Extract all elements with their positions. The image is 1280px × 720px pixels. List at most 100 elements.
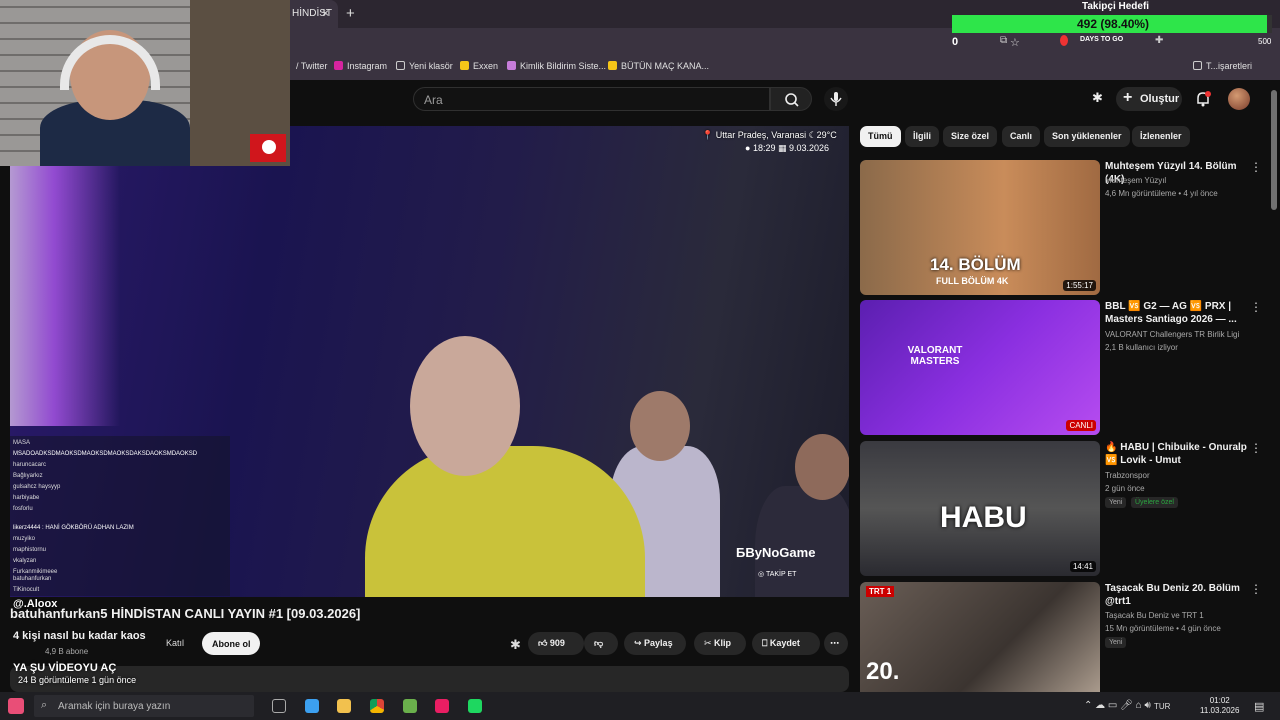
follower-goal-max: 500 bbox=[1258, 37, 1272, 46]
share-button[interactable]: ↪ Paylaş bbox=[624, 632, 686, 655]
bookmark-exxen[interactable]: Exxen bbox=[460, 61, 498, 71]
app-icon[interactable] bbox=[468, 699, 482, 713]
chat-line: harbiyabe bbox=[13, 495, 40, 501]
chip-for-you[interactable]: Size özel bbox=[943, 126, 998, 147]
recommendation-meta: 4,6 Mn görüntüleme • 4 yıl önce bbox=[1105, 189, 1218, 198]
instagram-icon bbox=[334, 61, 343, 70]
more-actions-button[interactable]: ⋯ bbox=[824, 632, 848, 655]
search-button[interactable] bbox=[770, 87, 812, 111]
bookmark-all[interactable]: T...işaretleri bbox=[1193, 61, 1252, 71]
alert-message: YA ŞU VİDEOYU AÇ bbox=[13, 662, 117, 674]
notification-center-icon[interactable]: ▤ bbox=[1254, 700, 1264, 713]
more-options-icon[interactable]: ⋮ bbox=[1250, 441, 1262, 455]
search-icon bbox=[785, 93, 799, 107]
recommendation-title[interactable]: Taşacak Bu Deniz 20. Bölüm @trt1 bbox=[1105, 582, 1250, 608]
extension-icon[interactable] bbox=[1060, 35, 1068, 46]
new-tab-button[interactable]: + bbox=[346, 5, 355, 22]
recommendation-channel[interactable]: Muhteşem Yüzyıl bbox=[1105, 176, 1166, 185]
chat-line: haruncacarc bbox=[13, 462, 47, 468]
language-indicator[interactable]: TUR bbox=[1154, 702, 1170, 711]
bookmark-mac[interactable]: BÜTÜN MAÇ KANA... bbox=[608, 61, 709, 71]
exxen-icon bbox=[460, 61, 469, 70]
obs-icon[interactable] bbox=[435, 699, 449, 713]
bookmark-instagram[interactable]: Instagram bbox=[334, 61, 387, 71]
task-view-icon[interactable] bbox=[272, 699, 286, 713]
more-options-icon[interactable]: ⋮ bbox=[1250, 300, 1262, 314]
search-input[interactable]: Ara bbox=[413, 87, 770, 111]
edge-icon[interactable] bbox=[305, 699, 319, 713]
video-location-overlay: 📍 Uttar Pradeş, Varanasi ☾29°C bbox=[702, 130, 837, 140]
tab-active[interactable]: HİNDİST bbox=[290, 0, 338, 28]
chip-all[interactable]: Tümü bbox=[860, 126, 901, 147]
recommendation-thumbnail[interactable]: TRT 1 20. bbox=[860, 582, 1100, 692]
chat-line: fosforlu bbox=[13, 506, 33, 512]
days-to-go-label[interactable]: DAYS TO GO bbox=[1080, 36, 1123, 43]
bookmark-twitter[interactable]: / Twitter bbox=[296, 61, 327, 71]
scrollbar[interactable] bbox=[1271, 90, 1277, 210]
subscribe-button[interactable]: Abone ol bbox=[202, 632, 260, 655]
chat-line: gulsahcz haysyyp bbox=[13, 484, 61, 490]
chat-line: Bağlıyarkız bbox=[13, 473, 43, 479]
create-button[interactable]: + Oluştur bbox=[1116, 87, 1182, 111]
thumb-text: 20. bbox=[866, 658, 900, 685]
tray-icons[interactable]: ⌃ ☁ ▭ 🎤︎ ⌂ 🔊︎ bbox=[1084, 700, 1151, 711]
recommendation-channel[interactable]: Trabzonspor bbox=[1105, 471, 1150, 480]
clip-button[interactable]: ✂ Klip bbox=[694, 632, 746, 655]
chip-recent[interactable]: Son yüklenenler bbox=[1044, 126, 1130, 147]
more-options-icon[interactable]: ⋮ bbox=[1250, 160, 1262, 174]
follower-goal-min: 0 bbox=[952, 36, 959, 48]
start-button[interactable] bbox=[8, 698, 24, 714]
studio-icon[interactable]: ✱ bbox=[1092, 90, 1103, 106]
taskbar-clock[interactable]: 01:02 11.03.2026 bbox=[1200, 696, 1239, 716]
notifications-button[interactable] bbox=[1194, 90, 1212, 113]
like-button[interactable]: 👍︎ 909 bbox=[528, 632, 584, 655]
bookmark-star-icon[interactable]: ☆ bbox=[1010, 36, 1020, 49]
chat-line: likerz4444 : HANİ GÖKBÖRÜ ADHAN LAZIM bbox=[13, 525, 134, 531]
taskbar-search-input[interactable]: ⌕ Aramak için buraya yazın bbox=[34, 695, 254, 717]
app-icon[interactable] bbox=[403, 699, 417, 713]
recommendation-thumbnail[interactable]: 14. BÖLÜM FULL BÖLÜM 4K 1:55:17 bbox=[860, 160, 1100, 295]
chip-live[interactable]: Canlı bbox=[1002, 126, 1041, 147]
search-icon: ⌕ bbox=[41, 699, 48, 711]
file-explorer-icon[interactable] bbox=[337, 699, 351, 713]
recommendation-title[interactable]: BBL 🆚 G2 — AG 🆚 PRX | Masters Santiago 2… bbox=[1105, 300, 1250, 326]
chat-line: MSADOADKSDMAOKSDMAOKSDMAOKSDAKSDAOKSMDAO… bbox=[13, 451, 198, 457]
more-options-icon[interactable]: ⋮ bbox=[1250, 582, 1262, 596]
studio-icon[interactable]: ✱ bbox=[510, 637, 521, 653]
chat-line: vkalyzan bbox=[13, 558, 37, 564]
video-time-overlay: ● 18:29 ▦ 9.03.2026 bbox=[745, 143, 830, 153]
chip-watched[interactable]: İzlenenler bbox=[1132, 126, 1190, 147]
recommendation-thumbnail[interactable]: VALORANT MASTERS CANLI bbox=[860, 300, 1100, 435]
chip-related[interactable]: İlgili bbox=[905, 126, 939, 147]
avatar[interactable] bbox=[1228, 88, 1250, 110]
video-person-head bbox=[795, 434, 849, 500]
recommendation-thumbnail[interactable]: HABU 14:41 bbox=[860, 441, 1100, 576]
chat-line: MASA bbox=[13, 440, 31, 446]
close-tab-icon[interactable]: × bbox=[322, 6, 329, 20]
more-icon: ⋯ bbox=[830, 638, 839, 648]
join-button[interactable]: Katıl bbox=[166, 638, 184, 648]
bookmark-kimlik[interactable]: Kimlik Bildirim Siste... bbox=[507, 61, 606, 71]
dislike-button[interactable]: 👎︎ bbox=[584, 632, 618, 655]
recommendation-channel[interactable]: VALORANT Challengers TR Birlik Ligi bbox=[1105, 330, 1239, 339]
recommendation-title[interactable]: 🔥 HABU | Chibuike - Onuralp 🆚 Lovik - Um… bbox=[1105, 441, 1250, 467]
extensions-icon[interactable]: ✚ bbox=[1155, 35, 1163, 46]
install-icon[interactable]: ⧉ bbox=[1000, 35, 1007, 46]
thumb-subtext: FULL BÖLÜM 4K bbox=[936, 276, 1009, 286]
video-title: batuhanfurkan5 HİNDİSTAN CANLI YAYIN #1 … bbox=[10, 606, 361, 621]
members-only-badge: Üyelere özel bbox=[1131, 497, 1178, 508]
save-button[interactable]: ⎕ Kaydet bbox=[752, 632, 820, 655]
thumbs-down-icon: 👎︎ bbox=[594, 638, 604, 648]
chat-line: muzyiko bbox=[13, 536, 36, 542]
chat-line: Furkanmikimeee bbox=[13, 569, 58, 575]
chrome-icon[interactable] bbox=[370, 699, 384, 713]
bookmark-folder[interactable]: Yeni klasör bbox=[396, 61, 453, 71]
chat-line: maphistornu bbox=[13, 547, 47, 553]
channel-name[interactable]: 4 kişi nasıl bu kadar kaos bbox=[13, 630, 146, 642]
new-badge: Yeni bbox=[1105, 637, 1127, 648]
flag-crescent bbox=[262, 140, 276, 154]
voice-search-button[interactable] bbox=[824, 87, 848, 111]
alert-views: 24 B görüntüleme 1 gün önce bbox=[18, 675, 137, 685]
recommendation-channel[interactable]: Taşacak Bu Deniz ve TRT 1 bbox=[1105, 611, 1204, 620]
thumb-text: 14. BÖLÜM bbox=[930, 255, 1021, 274]
